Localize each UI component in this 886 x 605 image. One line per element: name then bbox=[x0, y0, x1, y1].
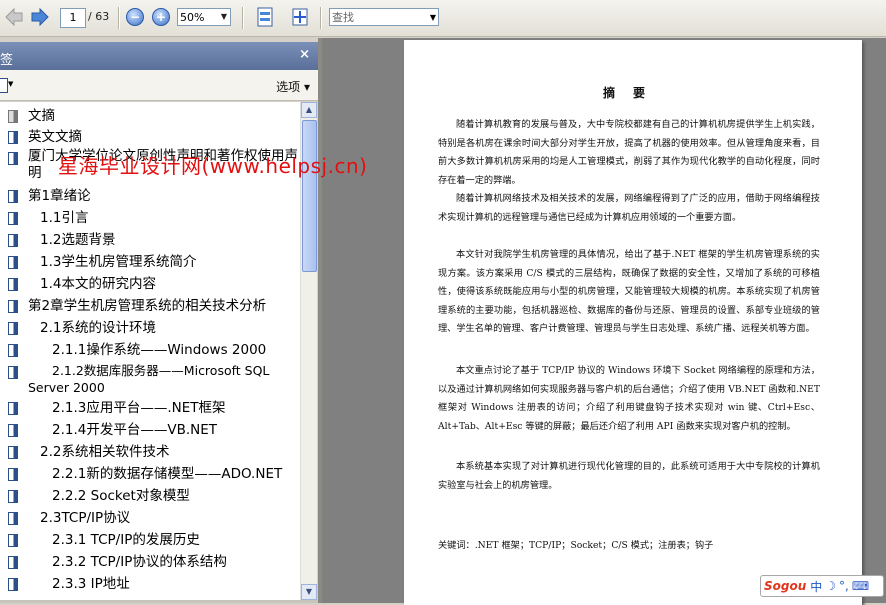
bookmark-item[interactable]: 2.2系统相关软件技术 bbox=[40, 442, 169, 462]
bookmark-item[interactable]: 文摘 bbox=[28, 106, 55, 126]
document-view[interactable]: 摘要 随着计算机教育的发展与普及，大中专院校都建有自己的计算机机房提供学生上机实… bbox=[322, 38, 886, 605]
toolbar-separator bbox=[320, 7, 322, 29]
bookmark-icon bbox=[8, 490, 18, 503]
abstract-paragraph: 随着计算机教育的发展与普及，大中专院校都建有自己的计算机机房提供学生上机实践，特… bbox=[438, 119, 820, 186]
page-title: 摘要 bbox=[602, 86, 663, 100]
page-number-input[interactable]: 1 bbox=[60, 8, 86, 28]
bookmark-icon bbox=[8, 256, 18, 269]
bookmark-item[interactable]: 2.3.3 IP地址 bbox=[52, 574, 130, 594]
document-page: 摘要 随着计算机教育的发展与普及，大中专院校都建有自己的计算机机房提供学生上机实… bbox=[404, 40, 862, 605]
bookmark-item[interactable]: 2.2.1新的数据存储模型——ADO.NET bbox=[52, 464, 282, 484]
bookmark-icon bbox=[8, 578, 18, 591]
bookmark-item[interactable]: 2.1.3应用平台——.NET框架 bbox=[52, 398, 226, 418]
bookmark-icon bbox=[8, 344, 18, 357]
bookmark-icon bbox=[8, 556, 18, 569]
chevron-down-icon[interactable]: ▼ bbox=[427, 5, 439, 29]
chevron-down-icon[interactable]: ▼ bbox=[218, 9, 230, 25]
bookmark-item[interactable]: 2.1.1操作系统——Windows 2000 bbox=[52, 340, 266, 360]
toolbar: 1 / 63 − + 50% ▼ 查找 ▼ bbox=[0, 0, 886, 37]
bookmark-icon bbox=[8, 190, 18, 203]
scrollbar-thumb[interactable] bbox=[302, 120, 317, 272]
bookmark-icon bbox=[8, 534, 18, 547]
zoom-value: 50% bbox=[180, 11, 205, 24]
panel-toolbar: ▼ 选项 ▾ bbox=[0, 70, 318, 101]
fit-width-icon[interactable] bbox=[289, 5, 311, 29]
bookmark-icon bbox=[8, 322, 18, 335]
bookmarks-panel: 签 × ▼ 选项 ▾ 文摘 英文文摘 厦门大学学位论文原创性声明和著作权使用声明 第1… bbox=[0, 38, 320, 603]
bookmark-item[interactable]: 2.2.2 Socket对象模型 bbox=[52, 486, 190, 506]
find-input[interactable]: 查找 bbox=[329, 8, 439, 26]
bookmark-icon bbox=[8, 110, 18, 123]
bookmark-item[interactable]: 1.2选题背景 bbox=[40, 230, 115, 250]
bookmark-item[interactable]: 2.3TCP/IP协议 bbox=[40, 508, 130, 528]
abstract-paragraph: 本文针对我院学生机房管理的具体情况，给出了基于.NET 框架的学生机房管理系统的… bbox=[438, 249, 820, 334]
input-mode[interactable]: 中 bbox=[810, 578, 822, 595]
keyboard-icon[interactable]: ⌨ bbox=[852, 579, 869, 593]
keywords-line: 关键词：.NET 框架；TCP/IP；Socket；C/S 模式；注册表；钩子 bbox=[438, 540, 714, 551]
bookmark-icon bbox=[8, 468, 18, 481]
punctuation-icon[interactable]: °, bbox=[839, 579, 849, 593]
scroll-down-icon[interactable]: ▼ bbox=[301, 584, 317, 600]
bookmark-item[interactable]: 2.3.2 TCP/IP协议的体系结构 bbox=[52, 552, 227, 572]
bookmark-item[interactable]: 2.1.2数据库服务器——Microsoft SQL Server 2000 bbox=[28, 362, 290, 396]
zoom-in-icon[interactable]: + bbox=[151, 5, 171, 29]
bookmark-item[interactable]: 2.1系统的设计环境 bbox=[40, 318, 156, 338]
bookmark-icon bbox=[8, 131, 18, 144]
bookmark-icon bbox=[8, 300, 18, 313]
abstract-paragraph: 本文重点讨论了基于 TCP/IP 协议的 Windows 环境下 Socket … bbox=[438, 365, 820, 432]
zoom-out-icon[interactable]: − bbox=[125, 5, 145, 29]
bookmark-icon bbox=[8, 402, 18, 415]
toolbar-separator bbox=[118, 7, 120, 29]
ime-toolbar[interactable]: Sogou 中 ☽ °, ⌨ bbox=[760, 575, 884, 597]
bookmark-icon bbox=[8, 152, 18, 165]
scroll-up-icon[interactable]: ▲ bbox=[301, 102, 317, 118]
abstract-paragraph: 随着计算机网络技术及相关技术的发展，网络编程得到了广泛的应用，借助于网络编程技术… bbox=[438, 193, 820, 223]
bookmark-icon bbox=[8, 278, 18, 291]
bookmark-icon bbox=[8, 366, 18, 379]
next-page-icon[interactable] bbox=[28, 5, 52, 29]
panel-header: 签 × bbox=[0, 42, 318, 70]
bookmark-icon bbox=[8, 234, 18, 247]
moon-icon[interactable]: ☽ bbox=[825, 579, 836, 593]
bookmark-item[interactable]: 1.3学生机房管理系统简介 bbox=[40, 252, 196, 272]
bookmark-icon bbox=[8, 212, 18, 225]
bookmark-icon bbox=[8, 424, 18, 437]
fit-page-icon[interactable] bbox=[254, 5, 276, 29]
bookmark-item[interactable]: 2.1.4开发平台——VB.NET bbox=[52, 420, 217, 440]
bookmark-icon bbox=[8, 512, 18, 525]
bookmark-icon[interactable] bbox=[0, 78, 8, 93]
watermark: 星海毕业设计网(www.helpsj.cn) bbox=[58, 154, 368, 178]
chevron-down-icon[interactable]: ▼ bbox=[8, 80, 13, 88]
panel-title: 签 bbox=[0, 53, 14, 68]
bookmark-item[interactable]: 英文文摘 bbox=[28, 127, 82, 147]
close-icon[interactable]: × bbox=[299, 47, 310, 62]
bookmark-item[interactable]: 第1章绪论 bbox=[28, 186, 91, 206]
options-label: 选项 bbox=[276, 80, 301, 94]
bookmark-item[interactable]: 第2章学生机房管理系统的相关技术分析 bbox=[28, 296, 266, 316]
options-menu[interactable]: 选项 ▾ bbox=[276, 78, 310, 95]
bookmark-icon bbox=[8, 446, 18, 459]
zoom-select[interactable]: 50% ▼ bbox=[177, 8, 231, 26]
toolbar-separator bbox=[242, 7, 244, 29]
sogou-logo[interactable]: Sogou bbox=[764, 579, 806, 593]
bookmark-item[interactable]: 2.3.1 TCP/IP的发展历史 bbox=[52, 530, 200, 550]
previous-page-icon[interactable] bbox=[2, 5, 26, 29]
bookmark-item[interactable]: 1.4本文的研究内容 bbox=[40, 274, 156, 294]
bookmark-item[interactable]: 1.1引言 bbox=[40, 208, 88, 228]
abstract-paragraph: 本系统基本实现了对计算机进行现代化管理的目的，此系统可适用于大中专院校的计算机实… bbox=[438, 461, 820, 491]
page-total: / 63 bbox=[88, 10, 110, 23]
